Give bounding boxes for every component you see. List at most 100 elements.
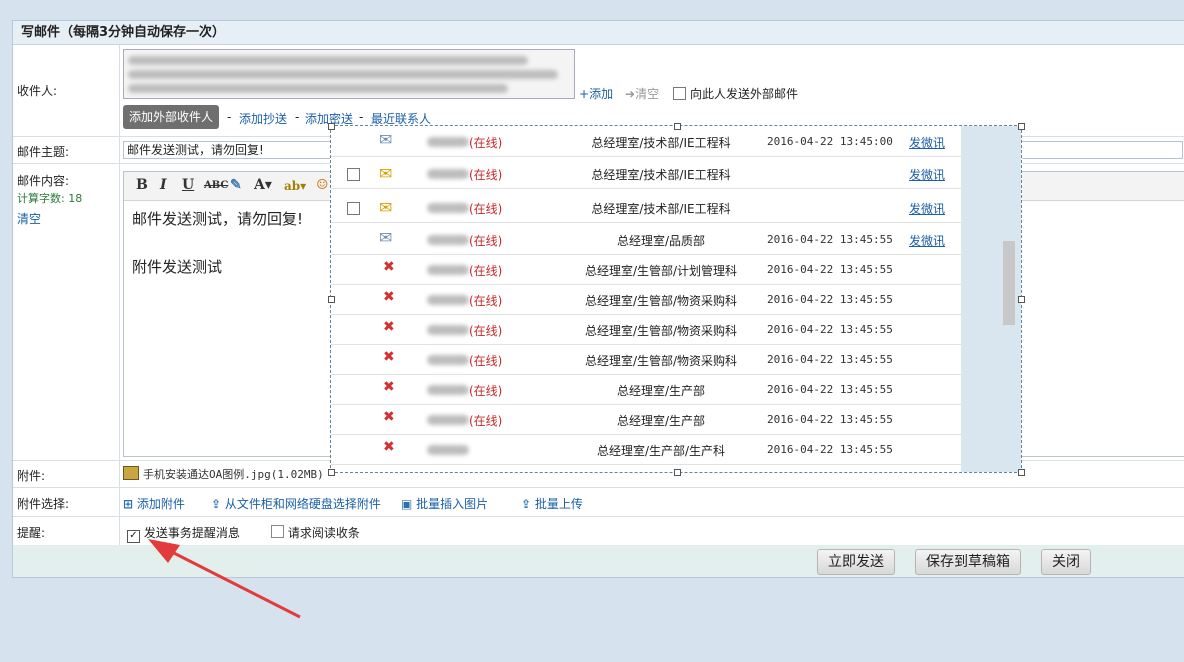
- add-attachment-button[interactable]: ⊞ 添加附件: [123, 495, 185, 512]
- contact-row[interactable]: ✖ (在线) 总经理室/生管部/物资采购科 2016-04-22 13:45:55: [331, 314, 961, 345]
- contact-name-redacted: [427, 137, 469, 147]
- resize-handle[interactable]: [328, 123, 335, 130]
- separator: -: [295, 110, 300, 124]
- popup-scrollbar[interactable]: [1003, 241, 1015, 325]
- online-status: (在线): [469, 414, 503, 428]
- checked-checkbox[interactable]: ✓: [127, 530, 140, 543]
- contact-timestamp: 2016-04-22 13:45:55: [767, 443, 893, 456]
- online-status: (在线): [469, 324, 503, 338]
- recipient-row: 收件人: +添加 ➜清空 向此人发送外部邮件 添加外部收件人 - 添加抄送 - …: [13, 45, 1184, 137]
- send-message-link[interactable]: 发微讯: [909, 200, 945, 217]
- underline-icon[interactable]: U: [182, 177, 194, 193]
- separator: -: [359, 110, 364, 124]
- emoticon-icon[interactable]: ☺: [316, 177, 329, 193]
- contact-name-redacted: [427, 445, 469, 455]
- contact-department: 总经理室/生管部/物资采购科: [584, 324, 738, 338]
- word-count: 计算字数: 18: [17, 192, 83, 205]
- editor-line-1: 邮件发送测试，请勿回复!: [132, 210, 304, 228]
- contact-timestamp: 2016-04-22 13:45:55: [767, 323, 893, 336]
- contact-row[interactable]: ✖ (在线) 总经理室/生产部 2016-04-22 13:45:55: [331, 404, 961, 435]
- attachment-file[interactable]: 手机安装通达OA图例.jpg(1.02MB): [123, 466, 324, 482]
- online-status: (在线): [469, 234, 503, 248]
- subject-label: 邮件主题:: [17, 145, 70, 159]
- resize-handle[interactable]: [328, 296, 335, 303]
- contact-timestamp: 2016-04-22 13:45:55: [767, 293, 893, 306]
- highlight-icon[interactable]: ab▾: [284, 179, 306, 193]
- content-label: 邮件内容:: [17, 174, 70, 188]
- external-mail-checkbox[interactable]: [673, 87, 686, 100]
- reminder-label: 提醒:: [17, 526, 46, 540]
- contact-row[interactable]: ✖ 总经理室/生产部/生产科 2016-04-22 13:45:55: [331, 434, 961, 465]
- resize-handle[interactable]: [1018, 296, 1025, 303]
- online-status: (在线): [469, 136, 503, 150]
- x-icon: ✖: [383, 409, 395, 425]
- contact-department: 总经理室/生管部/计划管理科: [584, 264, 738, 278]
- clear-content-link[interactable]: 清空: [13, 210, 119, 227]
- upload-icon: ⇪: [211, 497, 222, 511]
- resize-handle[interactable]: [674, 469, 681, 476]
- contact-timestamp: 2016-04-22 13:45:55: [767, 413, 893, 426]
- envelope-open-icon: ✉: [379, 130, 393, 149]
- eraser-icon[interactable]: ✎: [230, 177, 242, 193]
- contact-department: 总经理室/生产部: [616, 384, 706, 398]
- online-status: (在线): [469, 202, 503, 216]
- online-status: (在线): [469, 354, 503, 368]
- resize-handle[interactable]: [1018, 469, 1025, 476]
- add-external-recipient-button[interactable]: 添加外部收件人: [123, 105, 219, 129]
- contact-timestamp: 2016-04-22 13:45:00: [767, 135, 893, 148]
- contact-row[interactable]: ✖ (在线) 总经理室/生管部/计划管理科 2016-04-22 13:45:55: [331, 254, 961, 285]
- contact-row[interactable]: ✖ (在线) 总经理室/生管部/物资采购科 2016-04-22 13:45:55: [331, 344, 961, 375]
- contact-name-redacted: [427, 385, 469, 395]
- contact-department: 总经理室/生产部: [616, 414, 706, 428]
- batch-insert-images-button[interactable]: ▣ 批量插入图片: [401, 495, 488, 512]
- contact-row[interactable]: ✉ (在线) 总经理室/技术部/IE工程科 2016-04-22 13:45:00 发微…: [331, 126, 961, 157]
- attachment-select-row: 附件选择: ⊞ 添加附件 ⇪ 从文件柜和网络硬盘选择附件 ▣ 批量插入图片 ⇪ …: [13, 488, 1184, 517]
- add-cc-link[interactable]: 添加抄送: [239, 110, 287, 127]
- contact-timestamp: 2016-04-22 13:45:55: [767, 383, 893, 396]
- contact-department: 总经理室/生管部/物资采购科: [584, 354, 738, 368]
- contact-checkbox[interactable]: [347, 168, 360, 181]
- resize-handle[interactable]: [328, 469, 335, 476]
- strikethrough-icon[interactable]: ABC: [204, 180, 228, 191]
- contact-row[interactable]: ✖ (在线) 总经理室/生管部/物资采购科 2016-04-22 13:45:55: [331, 284, 961, 315]
- send-message-link[interactable]: 发微讯: [909, 232, 945, 249]
- add-recipient-button[interactable]: +添加: [579, 85, 613, 102]
- save-draft-button[interactable]: 保存到草稿箱: [915, 549, 1021, 575]
- external-mail-option[interactable]: 向此人发送外部邮件: [673, 85, 798, 102]
- bold-icon[interactable]: B: [136, 177, 148, 193]
- recipient-input[interactable]: [123, 49, 575, 99]
- contact-row[interactable]: ✖ (在线) 总经理室/生产部 2016-04-22 13:45:55: [331, 374, 961, 405]
- x-icon: ✖: [383, 259, 395, 275]
- select-from-cabinet-button[interactable]: ⇪ 从文件柜和网络硬盘选择附件: [211, 495, 381, 512]
- send-message-link[interactable]: 发微讯: [909, 134, 945, 151]
- send-message-link[interactable]: 发微讯: [909, 166, 945, 183]
- online-status: (在线): [469, 168, 503, 182]
- contact-name-redacted: [427, 265, 469, 275]
- x-icon: ✖: [383, 379, 395, 395]
- recent-contacts-popup[interactable]: ✉ (在线) 总经理室/技术部/IE工程科 2016-04-22 13:45:00 发微…: [330, 125, 1022, 473]
- separator: -: [227, 110, 232, 124]
- contact-row[interactable]: ✉ (在线) 总经理室/品质部 2016-04-22 13:45:55 发微讯: [331, 224, 961, 255]
- envelope-icon: ✉: [379, 198, 393, 217]
- online-status: (在线): [469, 294, 503, 308]
- italic-icon[interactable]: I: [160, 177, 167, 193]
- contact-row[interactable]: ✉ (在线) 总经理室/技术部/IE工程科 发微讯: [331, 158, 961, 189]
- recipient-label: 收件人:: [17, 84, 58, 98]
- send-now-button[interactable]: 立即发送: [817, 549, 895, 575]
- resize-handle[interactable]: [1018, 123, 1025, 130]
- attachment-select-label: 附件选择:: [17, 497, 70, 511]
- font-color-icon[interactable]: A▾: [254, 177, 272, 193]
- close-button[interactable]: 关闭: [1041, 549, 1091, 575]
- contact-row[interactable]: ✉ (在线) 总经理室/技术部/IE工程科 发微讯: [331, 192, 961, 223]
- contact-department: 总经理室/生管部/物资采购科: [584, 294, 738, 308]
- contact-checkbox[interactable]: [347, 202, 360, 215]
- plus-icon: +: [579, 87, 590, 101]
- envelope-icon: ✉: [379, 164, 393, 183]
- annotation-arrow: [148, 539, 301, 619]
- clear-recipient-button[interactable]: ➜清空: [625, 85, 659, 102]
- add-file-icon: ⊞: [123, 497, 134, 511]
- batch-upload-button[interactable]: ⇪ 批量上传: [521, 495, 583, 512]
- contact-timestamp: 2016-04-22 13:45:55: [767, 353, 893, 366]
- resize-handle[interactable]: [674, 123, 681, 130]
- online-status: (在线): [469, 264, 503, 278]
